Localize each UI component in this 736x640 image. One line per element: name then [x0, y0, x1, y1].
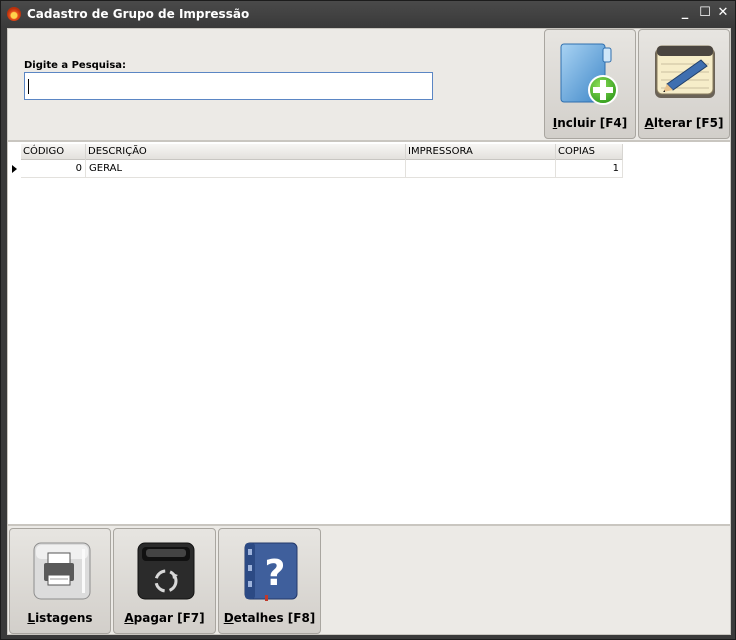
window-title: Cadastro de Grupo de Impressão [27, 7, 250, 21]
detalhes-button[interactable]: ? Detalhes [F8] [218, 528, 321, 634]
table-row[interactable]: 0 GERAL 1 [21, 160, 623, 178]
listagens-label-text: istagens [35, 611, 93, 625]
listagens-button[interactable]: Listagens [9, 528, 111, 634]
cell-impressora[interactable] [406, 160, 556, 178]
column-header-codigo[interactable]: CÓDIGO [21, 144, 86, 160]
help-book-icon: ? [239, 539, 303, 603]
current-row-indicator-icon [12, 165, 17, 173]
alterar-button[interactable]: Alterar [F5] [638, 29, 730, 139]
apagar-hotkey-letter: A [124, 611, 134, 625]
text-caret [28, 79, 29, 94]
cell-codigo[interactable]: 0 [21, 160, 86, 178]
detalhes-label-text: etalhes [F8] [233, 611, 316, 625]
folder-add-icon [559, 42, 623, 106]
incluir-label: Incluir [F4] [545, 116, 635, 130]
svg-text:?: ? [265, 553, 286, 594]
column-header-impressora[interactable]: IMPRESSORA [406, 144, 556, 160]
column-header-copias[interactable]: COPIAS [556, 144, 623, 160]
grid-header: CÓDIGO DESCRIÇÃO IMPRESSORA COPIAS [21, 144, 623, 160]
listagens-label: Listagens [10, 611, 110, 625]
listagens-hotkey-letter: L [27, 611, 36, 625]
app-flame-icon [7, 7, 21, 21]
incluir-label-text: ncluir [F4] [557, 116, 628, 130]
search-label: Digite a Pesquisa: [24, 60, 127, 71]
data-grid[interactable]: CÓDIGO DESCRIÇÃO IMPRESSORA COPIAS 0 GER… [7, 141, 731, 525]
search-input[interactable] [24, 72, 433, 100]
maximize-button[interactable]: ☐ [697, 5, 713, 21]
incluir-button[interactable]: Incluir [F4] [544, 29, 636, 139]
minimize-button[interactable]: _ [677, 5, 693, 21]
main-window: Cadastro de Grupo de Impressão _ ☐ ✕ Dig… [0, 0, 736, 640]
notepad-pencil-icon [653, 42, 717, 106]
cell-copias[interactable]: 1 [556, 160, 623, 178]
title-bar[interactable]: Cadastro de Grupo de Impressão _ ☐ ✕ [1, 1, 735, 27]
cell-descricao[interactable]: GERAL [86, 160, 406, 178]
detalhes-hotkey-letter: D [223, 611, 234, 625]
apagar-button[interactable]: Apagar [F7] [113, 528, 216, 634]
apagar-label-text: pagar [F7] [133, 611, 205, 625]
apagar-label: Apagar [F7] [114, 611, 215, 625]
column-header-descricao[interactable]: DESCRIÇÃO [86, 144, 406, 160]
alterar-hotkey-letter: A [644, 116, 654, 130]
close-button[interactable]: ✕ [715, 5, 731, 21]
recycle-bin-icon [134, 539, 198, 603]
alterar-label-text: lterar [F5] [653, 116, 724, 130]
alterar-label: Alterar [F5] [639, 116, 729, 130]
printer-icon [30, 539, 94, 603]
detalhes-label: Detalhes [F8] [219, 611, 320, 625]
